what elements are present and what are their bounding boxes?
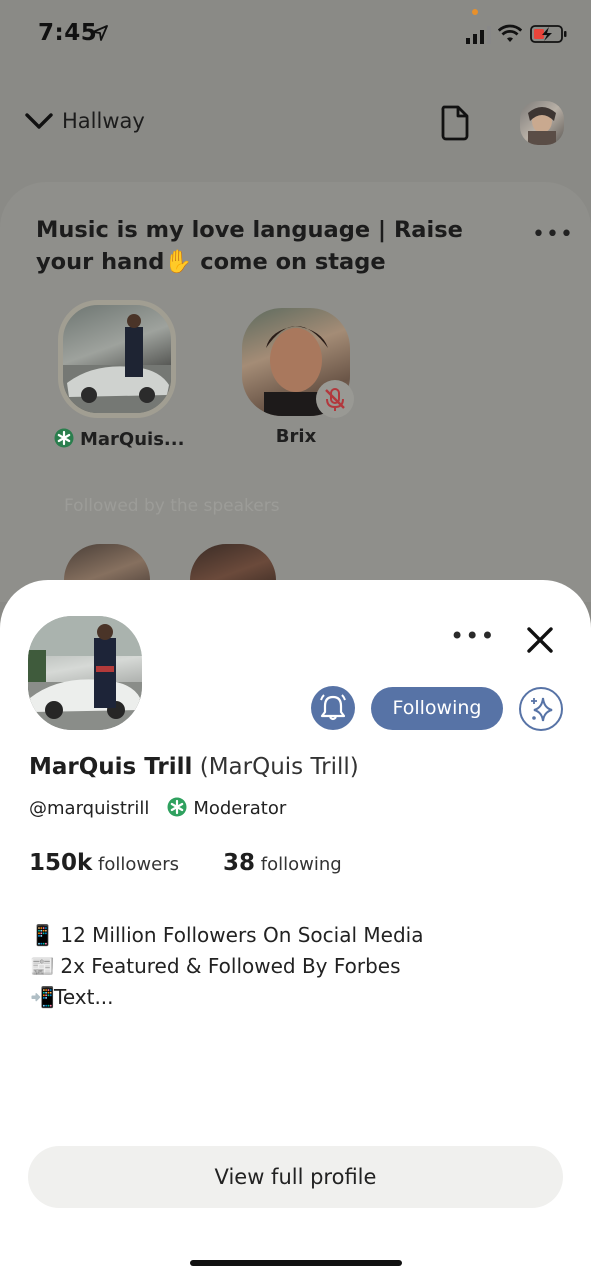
my-avatar[interactable]: [520, 101, 564, 145]
avatar-photo-icon: [528, 107, 556, 145]
bio-line: 📱 12 Million Followers On Social Media: [30, 920, 423, 951]
home-indicator[interactable]: [190, 1260, 402, 1266]
mic-muted-icon: [325, 388, 345, 411]
speaker-name-label: MarQuis...: [80, 429, 185, 450]
profile-avatar[interactable]: [28, 616, 142, 730]
speaker-brix[interactable]: Brix: [240, 308, 354, 447]
close-icon[interactable]: [526, 626, 554, 654]
bio-text: Text...: [54, 985, 114, 1009]
speaker-marquis[interactable]: MarQuis...: [54, 300, 184, 450]
cellular-signal-icon: [466, 26, 491, 44]
following-button[interactable]: Following: [371, 687, 503, 730]
car-photo-icon: [63, 314, 171, 413]
profile-handle: @marquistrill: [29, 798, 150, 819]
bell-icon: [320, 694, 346, 721]
view-full-profile-button[interactable]: View full profile: [28, 1146, 563, 1208]
sparkle-button[interactable]: [519, 687, 563, 731]
speaker-name-label: Brix: [275, 426, 317, 447]
status-bar: 7:45: [0, 0, 591, 70]
followers-stat[interactable]: 150k followers: [29, 850, 179, 876]
bio-emoji: 📲: [30, 985, 55, 1009]
followers-count: 150k: [29, 850, 93, 876]
document-icon[interactable]: [440, 105, 470, 141]
hallway-header: Hallway: [0, 95, 591, 155]
follow-stats: 150k followers 38 following: [29, 850, 342, 876]
sparkle-icon: [531, 697, 553, 722]
moderator-badge-icon: [167, 797, 187, 817]
moderator-label: Moderator: [193, 798, 287, 819]
profile-more-button[interactable]: •••: [450, 622, 495, 650]
car-photo-icon: [28, 616, 142, 730]
profile-sheet: ••• Following MarQuis Trill (MarQuis Tri…: [0, 580, 591, 1280]
hallway-button[interactable]: Hallway: [62, 109, 145, 133]
bio-line: 📰 2x Featured & Followed By Forbes: [30, 951, 423, 982]
moderator-badge-icon: [54, 428, 74, 448]
handle-line: @marquistrill Moderator: [29, 797, 286, 819]
speaker-photo: [58, 300, 176, 418]
room-card: Music is my love language | Raise your h…: [0, 182, 591, 602]
notify-bell-button[interactable]: [311, 686, 355, 730]
profile-bio: 📱 12 Million Followers On Social Media 📰…: [30, 920, 423, 1013]
wifi-icon: [498, 24, 522, 42]
following-stat[interactable]: 38 following: [223, 850, 342, 876]
profile-name-line: MarQuis Trill (MarQuis Trill): [29, 754, 359, 780]
bio-emoji: 📰: [30, 954, 55, 978]
bio-text: 2x Featured & Followed By Forbes: [54, 954, 401, 978]
following-label: following: [260, 854, 342, 875]
followed-by-label: Followed by the speakers: [64, 496, 280, 516]
following-count: 38: [223, 850, 256, 876]
room-title: Music is my love language | Raise your h…: [36, 217, 463, 275]
bio-text: 12 Million Followers On Social Media: [54, 923, 424, 947]
location-arrow-icon: [92, 25, 108, 41]
muted-badge: [316, 380, 354, 418]
profile-name-paren: (MarQuis Trill): [199, 754, 359, 780]
room-more-button[interactable]: •••: [532, 222, 574, 247]
profile-name: MarQuis Trill: [29, 754, 193, 780]
followers-label: followers: [98, 854, 179, 875]
privacy-indicator-dot: [472, 9, 478, 15]
bio-line[interactable]: 📲Text...: [30, 982, 423, 1013]
chevron-down-icon[interactable]: [24, 111, 54, 131]
battery-charging-icon: [530, 25, 567, 43]
bio-emoji: 📱: [30, 923, 55, 947]
status-time: 7:45: [38, 20, 98, 46]
